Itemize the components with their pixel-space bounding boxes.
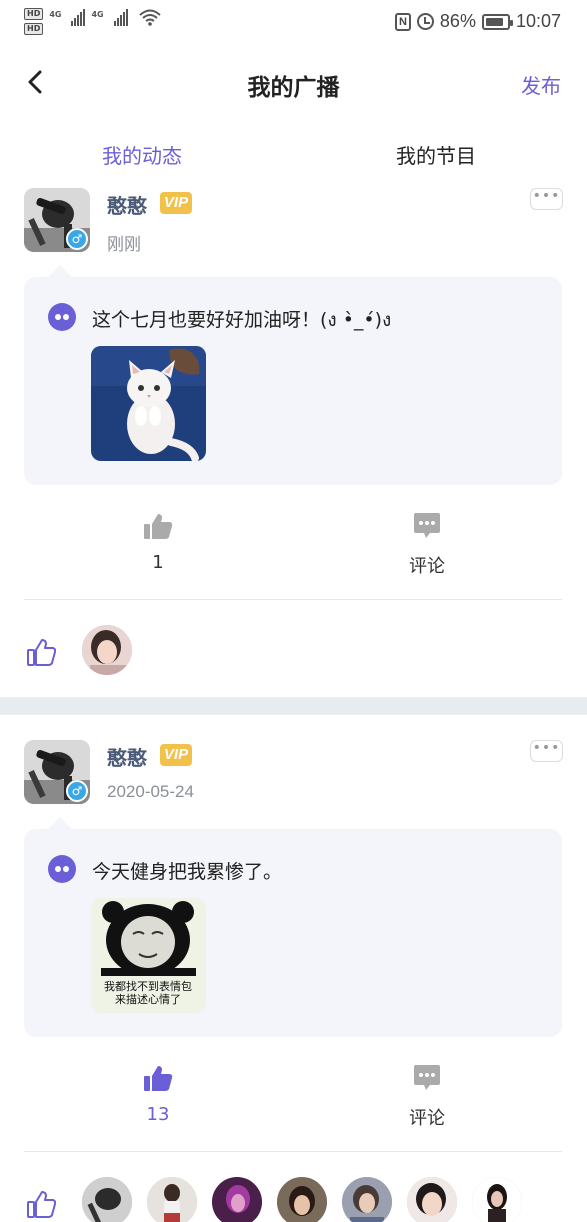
network-type-1: 4G (49, 10, 62, 19)
white-kitten-photo (91, 346, 206, 461)
comment-button[interactable]: 评论 (387, 512, 467, 578)
liker-row (0, 625, 587, 685)
post-content[interactable]: 这个七月也要好好加油呀！(ง •̀_•́)ง (24, 265, 562, 485)
status-bar-right: N 86% 10:07 (394, 11, 561, 32)
username[interactable]: 憨憨 (107, 742, 147, 771)
post-image[interactable] (91, 346, 206, 461)
liker-avatar[interactable] (407, 1177, 457, 1222)
publish-button[interactable]: 发布 (521, 70, 561, 99)
thumbs-up-outline-icon (26, 637, 57, 667)
more-button[interactable]: ••• (530, 740, 563, 762)
like-count: 1 (152, 552, 164, 573)
like-button[interactable]: 1 (118, 512, 198, 573)
panda-meme: 我都找不到表情包 来描述心情了 (91, 898, 206, 1013)
meme-caption-line-2: 来描述心情了 (115, 992, 181, 1006)
dots-bubble-icon (48, 855, 76, 883)
gender-male-badge: ♂ (66, 228, 88, 250)
network-type-2: 4G (91, 10, 104, 19)
divider (24, 1151, 562, 1152)
comment-bubble-icon (414, 1065, 440, 1090)
comment-bubble-icon (414, 513, 440, 538)
like-button[interactable]: 13 (118, 1064, 198, 1125)
signal-icon-1 (71, 8, 86, 26)
dots-bubble-icon (48, 303, 76, 331)
comment-label: 评论 (409, 556, 445, 577)
hd-badge-2: HD (24, 23, 44, 35)
liker-avatar[interactable] (342, 1177, 392, 1222)
like-count: 13 (146, 1104, 170, 1125)
liker-avatar[interactable] (147, 1177, 197, 1222)
thumbs-up-outline-icon (26, 1189, 57, 1219)
post-card: ♂ 憨憨 VIP 2020-05-24 ••• 今天健身把我累惨了。 我都找不到… (0, 740, 587, 1222)
vip-badge: VIP (160, 744, 192, 766)
alarm-icon (416, 13, 434, 30)
battery-icon (481, 13, 513, 30)
post-text: 这个七月也要好好加油呀！(ง •̀_•́)ง (92, 309, 392, 331)
top-nav-bar: 我的广播 发布 (0, 56, 587, 112)
wifi-icon (138, 9, 161, 26)
liker-avatar[interactable] (277, 1177, 327, 1222)
post-divider (0, 697, 587, 715)
page-title: 我的广播 (247, 75, 340, 101)
post-text: 今天健身把我累惨了。 (92, 861, 283, 883)
tab-my-moments[interactable]: 我的动态 (102, 140, 182, 169)
hd-indicators: HD HD (24, 8, 44, 35)
post-image[interactable]: 我都找不到表情包 来描述心情了 (91, 898, 206, 1013)
liker-avatar[interactable] (472, 1177, 522, 1222)
status-bar-left: HD HD 4G 4G (24, 8, 162, 35)
battery-fill (485, 17, 504, 26)
clock: 10:07 (515, 11, 561, 31)
tab-my-programs[interactable]: 我的节目 (396, 140, 476, 169)
divider (24, 599, 562, 600)
liker-avatar[interactable] (82, 1177, 132, 1222)
status-bar: HD HD 4G 4G N 86% 10:07 (0, 0, 587, 48)
meme-caption-line-1: 我都找不到表情包 (104, 979, 192, 993)
tab-bar: 我的动态 我的节目 (0, 134, 587, 178)
battery-percent: 86% (439, 11, 476, 31)
comment-button[interactable]: 评论 (387, 1064, 467, 1130)
post-card: ♂ 憨憨 VIP 刚刚 ••• 这个七月也要好好加油呀！(ง •̀_•́)ง 1… (0, 188, 587, 697)
signal-icon-2 (113, 8, 128, 26)
post-time: 刚刚 (107, 235, 141, 254)
comment-label: 评论 (409, 1108, 445, 1129)
hd-badge-1: HD (24, 8, 44, 20)
liker-row (0, 1177, 587, 1222)
thumbs-up-icon (144, 1066, 173, 1091)
more-button[interactable]: ••• (530, 188, 563, 210)
nfc-icon: N (394, 12, 411, 31)
post-time: 2020-05-24 (107, 782, 194, 801)
liker-avatar[interactable] (212, 1177, 262, 1222)
liker-avatar[interactable] (82, 625, 132, 675)
post-content[interactable]: 今天健身把我累惨了。 我都找不到表情包 来描述心情了 (24, 817, 562, 1037)
username[interactable]: 憨憨 (107, 190, 147, 219)
thumbs-up-icon (144, 514, 173, 539)
gender-male-badge: ♂ (66, 780, 88, 802)
vip-badge: VIP (160, 192, 192, 214)
